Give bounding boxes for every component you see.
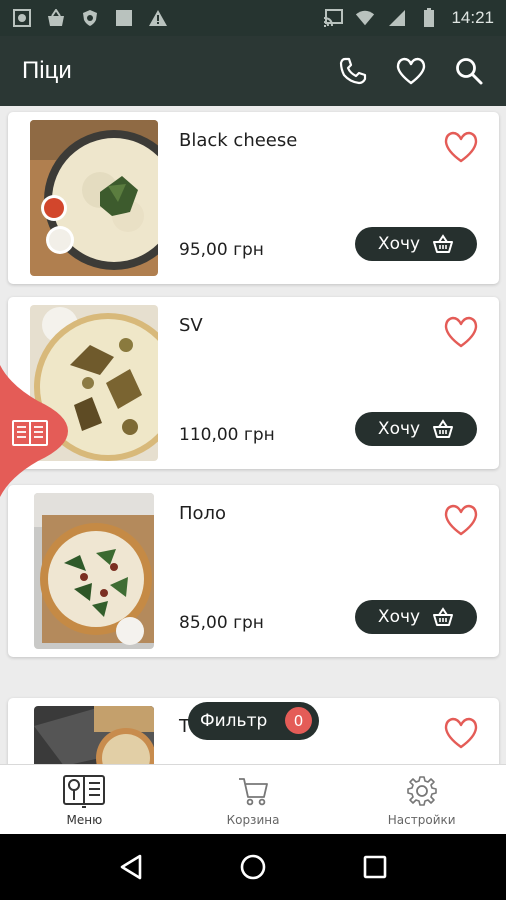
product-price: 110,00 грн xyxy=(179,425,275,445)
phone-icon[interactable] xyxy=(336,54,370,88)
page-title: Піци xyxy=(22,57,72,84)
status-left-icons xyxy=(12,8,168,28)
want-button[interactable]: Хочу xyxy=(355,227,477,261)
nav-item-settings[interactable]: Настройки xyxy=(337,765,506,834)
favorites-heart-icon[interactable] xyxy=(394,54,428,88)
bottom-nav: Меню Корзина Настройки xyxy=(0,764,506,834)
warning-icon xyxy=(148,8,168,28)
nav-label: Настройки xyxy=(387,813,456,827)
product-card[interactable]: Black cheese 95,00 грн Хочу xyxy=(8,112,499,284)
want-button-label: Хочу xyxy=(377,234,421,254)
app-bar: Піци xyxy=(0,36,506,106)
menu-book-icon xyxy=(61,773,107,809)
filter-label: Фильтр xyxy=(200,711,268,731)
recents-icon[interactable] xyxy=(355,847,395,887)
search-icon[interactable] xyxy=(452,54,486,88)
side-menu-tab[interactable] xyxy=(0,365,70,497)
cast-icon xyxy=(323,8,344,28)
product-list[interactable]: Black cheese 95,00 грн Хочу SV 110,00 гр… xyxy=(0,106,506,764)
favorite-heart-icon[interactable] xyxy=(443,315,479,349)
home-icon[interactable] xyxy=(233,847,273,887)
status-bar: 14:21 xyxy=(0,0,506,36)
product-card[interactable]: SV 110,00 грн Хочу xyxy=(8,297,499,469)
back-icon[interactable] xyxy=(111,847,151,887)
nav-label: Меню xyxy=(66,813,103,827)
want-button-label: Хочу xyxy=(377,419,421,439)
nav-label: Корзина xyxy=(226,813,280,827)
signal-icon xyxy=(387,8,407,28)
app-bar-actions xyxy=(336,54,486,88)
product-price: 95,00 грн xyxy=(179,240,264,260)
basket-icon xyxy=(46,8,66,28)
product-name[interactable]: Поло xyxy=(179,503,226,524)
shield-icon xyxy=(80,8,100,28)
basket-icon xyxy=(433,607,454,626)
want-button[interactable]: Хочу xyxy=(355,412,477,446)
favorite-heart-icon[interactable] xyxy=(443,716,479,750)
product-image[interactable] xyxy=(34,493,154,649)
product-name[interactable]: SV xyxy=(179,315,203,336)
want-button-label: Хочу xyxy=(377,607,421,627)
basket-icon xyxy=(433,234,454,253)
want-button[interactable]: Хочу xyxy=(355,600,477,634)
product-price: 85,00 грн xyxy=(179,613,264,633)
system-nav-bar xyxy=(0,834,506,900)
gear-icon xyxy=(399,773,445,809)
screenshot-icon xyxy=(12,8,32,28)
battery-icon xyxy=(419,8,439,28)
favorite-heart-icon[interactable] xyxy=(443,130,479,164)
wifi-icon xyxy=(355,8,375,28)
cart-icon xyxy=(230,773,276,809)
product-image[interactable] xyxy=(34,706,154,764)
basket-icon xyxy=(433,419,454,438)
status-time: 14:21 xyxy=(451,8,494,27)
filter-button[interactable]: Фильтр 0 xyxy=(188,702,319,740)
nav-item-cart[interactable]: Корзина xyxy=(169,765,338,834)
nav-item-menu[interactable]: Меню xyxy=(0,765,169,834)
product-name[interactable]: Black cheese xyxy=(179,130,297,151)
square-icon xyxy=(114,8,134,28)
filter-count-badge: 0 xyxy=(285,707,312,734)
favorite-heart-icon[interactable] xyxy=(443,503,479,537)
status-right-icons: 14:21 xyxy=(323,8,494,28)
product-card[interactable]: Поло 85,00 грн Хочу xyxy=(8,485,499,657)
product-image[interactable] xyxy=(30,120,158,276)
